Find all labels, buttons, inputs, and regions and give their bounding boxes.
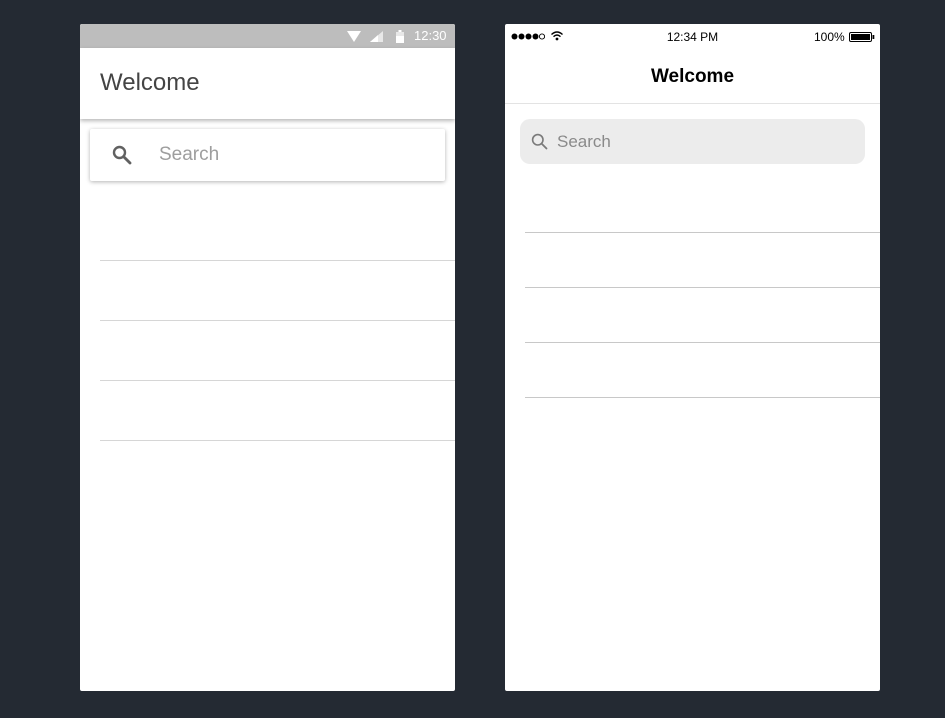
wifi-icon — [347, 31, 361, 42]
list-divider — [100, 440, 455, 441]
list-divider — [525, 232, 880, 233]
list-divider — [525, 287, 880, 288]
app-bar: Welcome — [80, 48, 455, 119]
list-divider — [525, 397, 880, 398]
android-status-bar: 12:30 — [80, 24, 455, 48]
search-icon[interactable] — [110, 143, 134, 167]
battery-icon — [849, 32, 875, 42]
nav-bar: Welcome — [505, 46, 880, 104]
status-time: 12:30 — [414, 28, 447, 43]
battery-icon — [396, 30, 404, 43]
page-title: Welcome — [650, 66, 735, 87]
list-divider — [100, 380, 455, 381]
search-bar[interactable]: Search — [520, 119, 865, 164]
search-bar[interactable]: Search — [90, 129, 445, 181]
search-icon[interactable] — [531, 133, 548, 150]
ios-screen: 12:34 PM 100% Welcome Search — [505, 24, 880, 691]
ios-status-bar: 12:34 PM 100% — [505, 24, 880, 46]
page-title: Welcome — [100, 69, 200, 96]
signal-icon — [370, 31, 383, 42]
list-divider — [100, 320, 455, 321]
list-divider — [100, 260, 455, 261]
search-input[interactable]: Search — [557, 119, 611, 164]
android-screen: 12:30 Welcome Search — [80, 24, 455, 691]
list-divider — [525, 342, 880, 343]
search-input[interactable]: Search — [159, 129, 219, 181]
